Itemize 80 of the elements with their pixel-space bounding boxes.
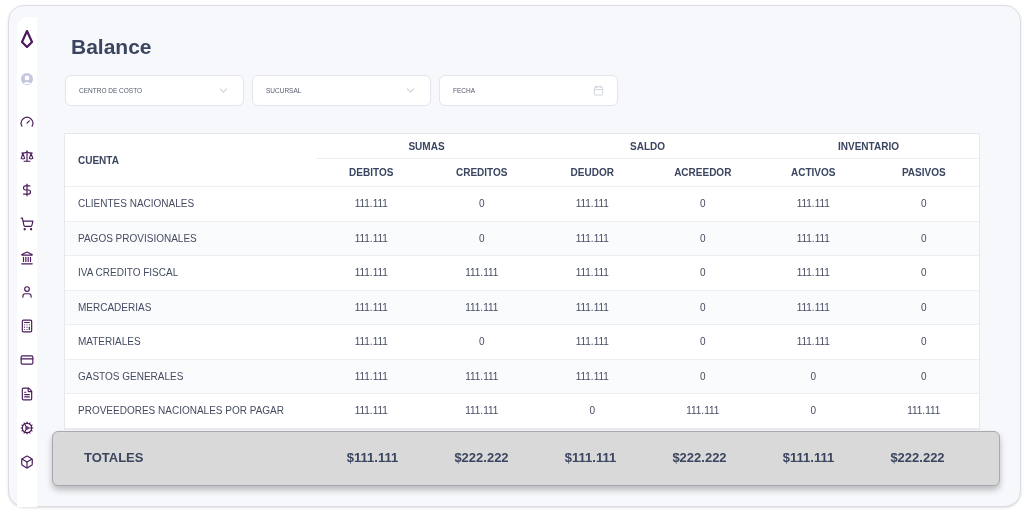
column-header: ACREEDOR bbox=[673, 165, 733, 180]
amount-cell-text: 111.111 bbox=[795, 300, 831, 315]
amount-cell-text: 111.111 bbox=[464, 369, 500, 384]
total-value: $222.222 bbox=[889, 449, 946, 468]
amount-cell-text: 0 bbox=[809, 404, 818, 419]
amount-cell-text: 111.111 bbox=[795, 197, 831, 212]
calendar-icon bbox=[593, 85, 604, 96]
amount-cell-text: 0 bbox=[698, 335, 707, 350]
total-value: $222.222 bbox=[671, 449, 728, 468]
total-value: $111.111 bbox=[781, 449, 836, 468]
account-cell-text: MATERIALES bbox=[77, 335, 142, 350]
total-value: $111.111 bbox=[345, 449, 400, 468]
amount-cell-text: 0 bbox=[477, 231, 486, 246]
account-cell-text: MERCADERIAS bbox=[77, 300, 153, 315]
group-header: INVENTARIO bbox=[837, 139, 900, 154]
amount-cell-text: 111.111 bbox=[906, 404, 942, 419]
amount-cell-text: 0 bbox=[919, 335, 928, 350]
amount-cell-text: 0 bbox=[477, 335, 486, 350]
amount-cell-text: 0 bbox=[919, 197, 928, 212]
amount-cell-text: 111.111 bbox=[574, 197, 610, 212]
amount-cell-text: 111.111 bbox=[464, 404, 500, 419]
amount-cell-text: 111.111 bbox=[795, 266, 831, 281]
column-header: PASIVOS bbox=[900, 165, 947, 180]
page-title: Balance bbox=[71, 35, 153, 59]
box-icon[interactable] bbox=[20, 455, 34, 469]
account-cell-text: PROVEEDORES NACIONALES POR PAGAR bbox=[77, 404, 285, 419]
user-icon[interactable] bbox=[20, 285, 34, 299]
amount-cell-text: 111.111 bbox=[353, 369, 389, 384]
amount-cell-text: 0 bbox=[698, 300, 707, 315]
gauge-icon[interactable] bbox=[20, 115, 34, 129]
card-icon[interactable] bbox=[20, 353, 34, 367]
scale-icon[interactable] bbox=[20, 149, 34, 163]
column-header: DEUDOR bbox=[569, 165, 615, 180]
amount-cell-text: 0 bbox=[919, 231, 928, 246]
cog-icon[interactable] bbox=[20, 421, 34, 435]
amount-cell-text: 111.111 bbox=[464, 266, 500, 281]
cart-icon[interactable] bbox=[20, 217, 34, 231]
amount-cell-text: 111.111 bbox=[685, 404, 721, 419]
amount-cell-text: 111.111 bbox=[574, 300, 610, 315]
column-header: DEBITOS bbox=[348, 165, 395, 180]
amount-cell-text: 111.111 bbox=[353, 266, 389, 281]
amount-cell-text: 111.111 bbox=[795, 231, 831, 246]
total-value: $222.222 bbox=[453, 449, 510, 468]
group-header: SUMAS bbox=[407, 139, 446, 154]
document-icon[interactable] bbox=[20, 387, 34, 401]
column-header: CREDITOS bbox=[455, 165, 509, 180]
bank-icon[interactable] bbox=[20, 251, 34, 265]
amount-cell-text: 0 bbox=[698, 197, 707, 212]
account-cell-text: PAGOS PROVISIONALES bbox=[77, 231, 198, 246]
amount-cell-text: 0 bbox=[919, 300, 928, 315]
amount-cell-text: 111.111 bbox=[574, 369, 610, 384]
amount-cell-text: 0 bbox=[477, 197, 486, 212]
amount-cell-text: 0 bbox=[919, 266, 928, 281]
amount-cell-text: 111.111 bbox=[574, 335, 610, 350]
calculator-icon[interactable] bbox=[20, 319, 34, 333]
amount-cell-text: 0 bbox=[919, 369, 928, 384]
amount-cell-text: 111.111 bbox=[353, 404, 389, 419]
amount-cell-text: 111.111 bbox=[574, 231, 610, 246]
account-cell-text: CLIENTES NACIONALES bbox=[77, 197, 196, 212]
amount-cell-text: 0 bbox=[698, 231, 707, 246]
column-header: ACTIVOS bbox=[790, 165, 837, 180]
logo-icon bbox=[21, 30, 33, 48]
amount-cell-text: 0 bbox=[698, 266, 707, 281]
amount-cell-text: 0 bbox=[588, 404, 597, 419]
amount-cell-text: 111.111 bbox=[353, 300, 389, 315]
amount-cell-text: 111.111 bbox=[353, 335, 389, 350]
amount-cell-text: 0 bbox=[809, 369, 818, 384]
amount-cell-text: 111.111 bbox=[574, 266, 610, 281]
totals-label: TOTALES bbox=[83, 449, 145, 468]
amount-cell-text: 111.111 bbox=[795, 335, 831, 350]
account-cell-text: IVA CREDITO FISCAL bbox=[77, 266, 180, 281]
dollar-icon[interactable] bbox=[20, 183, 34, 197]
group-header: SALDO bbox=[629, 139, 666, 154]
amount-cell-text: 111.111 bbox=[464, 300, 500, 315]
amount-cell-text: 0 bbox=[698, 369, 707, 384]
amount-cell-text: 111.111 bbox=[353, 231, 389, 246]
total-value: $111.111 bbox=[563, 449, 618, 468]
column-header: CUENTA bbox=[77, 153, 120, 168]
amount-cell-text: 111.111 bbox=[353, 197, 389, 212]
account-cell-text: GASTOS GENERALES bbox=[77, 369, 185, 384]
